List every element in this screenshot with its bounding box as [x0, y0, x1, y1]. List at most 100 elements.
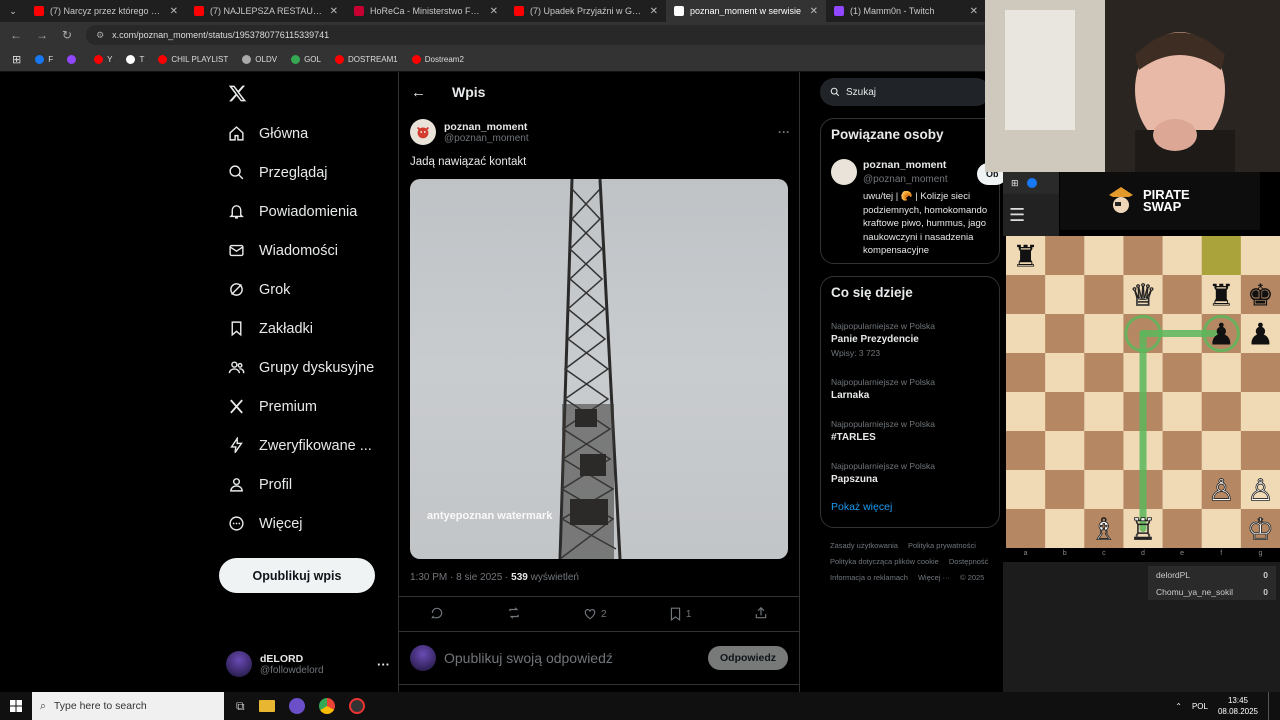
- tab-search-button[interactable]: ⌄: [0, 0, 26, 22]
- bookmark-item[interactable]: GOL: [291, 55, 321, 64]
- board-square[interactable]: [1045, 236, 1085, 276]
- show-more-link[interactable]: Pokaż więcej: [831, 501, 892, 513]
- board-square[interactable]: [1045, 314, 1085, 354]
- nav-item-6[interactable]: Grupy dyskusyjne: [218, 348, 398, 387]
- chess-piece[interactable]: ♜: [1208, 279, 1235, 314]
- board-square[interactable]: [1006, 392, 1046, 432]
- board-square[interactable]: [1084, 431, 1124, 471]
- board-square[interactable]: [1006, 431, 1046, 471]
- related-name[interactable]: poznan_moment: [863, 159, 946, 171]
- board-square[interactable]: [1201, 236, 1242, 276]
- footer-link[interactable]: © 2025: [960, 570, 984, 586]
- author-name[interactable]: poznan_moment: [444, 121, 770, 133]
- footer-link[interactable]: Więcej ···: [918, 570, 950, 586]
- chess-piece[interactable]: ♟: [1208, 318, 1235, 353]
- chess-piece[interactable]: ♗: [1090, 512, 1118, 548]
- nav-item-9[interactable]: Profil: [218, 465, 398, 504]
- trend-item[interactable]: Najpopularniejsze w Polska #TARLES: [831, 419, 991, 443]
- bookmark-button[interactable]: 1: [669, 607, 691, 621]
- nav-item-8[interactable]: Zweryfikowane ...: [218, 426, 398, 465]
- nav-item-4[interactable]: Grok: [218, 270, 398, 309]
- chess-piece[interactable]: ♕: [1129, 278, 1157, 314]
- account-switcher[interactable]: dELORD @followdelord ···: [226, 648, 396, 680]
- board-square[interactable]: [1045, 353, 1085, 393]
- nav-item-0[interactable]: Główna: [218, 114, 398, 153]
- apps-grid-icon[interactable]: ⊞: [12, 53, 21, 66]
- board-square[interactable]: [1240, 392, 1280, 432]
- author-handle[interactable]: @poznan_moment: [444, 133, 770, 144]
- board-square[interactable]: [1045, 275, 1085, 315]
- footer-link[interactable]: Dostępność: [949, 554, 989, 570]
- board-square[interactable]: [1201, 392, 1242, 432]
- board-square[interactable]: [1006, 509, 1046, 549]
- trend-item[interactable]: Najpopularniejsze w Polska Larnaka: [831, 377, 991, 401]
- board-square[interactable]: [1006, 470, 1046, 510]
- tab-close-icon[interactable]: ✕: [490, 6, 498, 17]
- tray-chevron-icon[interactable]: ⌃: [1175, 702, 1182, 711]
- reload-icon[interactable]: ↻: [62, 28, 72, 42]
- chess-piece[interactable]: ♔: [1247, 512, 1275, 548]
- obs-icon[interactable]: [348, 698, 365, 714]
- tab-close-icon[interactable]: ✕: [810, 6, 818, 17]
- browser-tab[interactable]: poznan_moment w serwisie ✕: [666, 0, 826, 22]
- board-square[interactable]: [1006, 353, 1046, 393]
- bookmark-item[interactable]: DOSTREAM1: [334, 55, 398, 64]
- nav-item-2[interactable]: Powiadomienia: [218, 192, 398, 231]
- reply-icon[interactable]: [430, 606, 444, 623]
- chess-piece[interactable]: ♙: [1207, 473, 1235, 509]
- board-square[interactable]: [1162, 353, 1203, 393]
- chess-piece[interactable]: ♜: [1012, 240, 1039, 275]
- reply-input[interactable]: Opublikuj swoją odpowiedź: [444, 650, 700, 666]
- chess-board[interactable]: ♜ ♕ ♜ ♚ ♟ ♟ ♙ ♙ ♗ ♖ ♔: [1006, 236, 1280, 549]
- board-square[interactable]: [1084, 236, 1124, 276]
- nav-item-10[interactable]: Więcej: [218, 504, 398, 543]
- browser-tab[interactable]: (7) NAJLEPSZA RESTAURACJA w ✕: [186, 0, 346, 22]
- back-arrow-icon[interactable]: ←: [411, 84, 426, 101]
- board-square[interactable]: [1123, 236, 1164, 276]
- site-info-icon[interactable]: ⚙: [96, 30, 104, 41]
- board-square[interactable]: [1045, 431, 1085, 471]
- board-square[interactable]: [1084, 275, 1124, 315]
- bookmark-item[interactable]: [67, 55, 80, 64]
- nav-item-5[interactable]: Zakładki: [218, 309, 398, 348]
- nav-item-1[interactable]: Przeglądaj: [218, 153, 398, 192]
- author-avatar[interactable]: [410, 119, 436, 145]
- file-explorer-icon[interactable]: [258, 700, 275, 712]
- bookmark-item[interactable]: OLDV: [242, 55, 277, 64]
- board-square[interactable]: [1006, 314, 1046, 354]
- board-square[interactable]: [1084, 392, 1124, 432]
- browser-tab[interactable]: (7) Upadek Przyjaźni w Gen-Z ✕: [506, 0, 666, 22]
- language-indicator[interactable]: POL: [1192, 702, 1208, 711]
- bookmark-item[interactable]: CHIL PLAYLIST: [158, 55, 228, 64]
- board-square[interactable]: [1201, 353, 1242, 393]
- tab-close-icon[interactable]: ✕: [170, 6, 178, 17]
- board-square[interactable]: [1240, 236, 1280, 276]
- board-square[interactable]: [1045, 470, 1085, 510]
- bookmark-item[interactable]: T: [126, 55, 144, 64]
- hamburger-icon[interactable]: ☰: [1009, 205, 1025, 226]
- board-square[interactable]: [1006, 275, 1046, 315]
- board-square[interactable]: [1045, 509, 1085, 549]
- board-square[interactable]: [1162, 470, 1203, 510]
- board-square[interactable]: [1162, 431, 1203, 471]
- taskbar-search[interactable]: ⌕ Type here to search: [32, 692, 224, 720]
- x-logo[interactable]: [218, 72, 398, 114]
- forward-icon[interactable]: →: [36, 28, 48, 42]
- show-desktop-button[interactable]: [1268, 692, 1272, 720]
- post-more-icon[interactable]: ···: [778, 125, 790, 139]
- task-view-icon[interactable]: ⧉: [236, 699, 245, 714]
- tab-close-icon[interactable]: ✕: [970, 6, 978, 17]
- board-square[interactable]: [1162, 509, 1203, 549]
- tab-close-icon[interactable]: ✕: [650, 6, 658, 17]
- board-square[interactable]: [1201, 431, 1242, 471]
- repost-icon[interactable]: [507, 606, 521, 623]
- trend-item[interactable]: Najpopularniejsze w Polska Papszuna: [831, 461, 991, 485]
- board-square[interactable]: [1162, 236, 1203, 276]
- chess-piece[interactable]: ♙: [1247, 473, 1275, 509]
- footer-link[interactable]: Polityka prywatności: [908, 538, 976, 554]
- like-button[interactable]: 2: [583, 607, 607, 621]
- footer-link[interactable]: Polityka dotycząca plików cookie: [830, 554, 939, 570]
- footer-link[interactable]: Zasady użytkowania: [830, 538, 898, 554]
- board-square[interactable]: [1045, 392, 1085, 432]
- board-square[interactable]: [1201, 509, 1242, 549]
